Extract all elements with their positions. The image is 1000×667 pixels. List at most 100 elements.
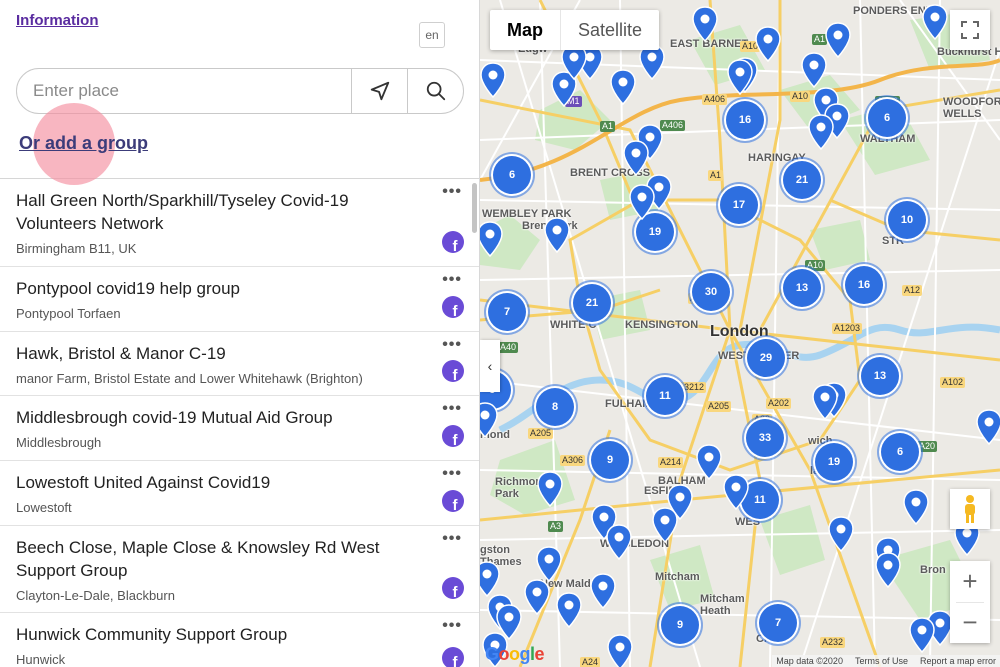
map-type-satellite[interactable]: Satellite (561, 10, 659, 50)
marker-cluster[interactable]: 6 (881, 433, 919, 471)
group-title[interactable]: Hall Green North/Sparkhill/Tyseley Covid… (16, 189, 420, 235)
zoom-in-button[interactable]: + (950, 561, 990, 602)
add-group-link[interactable]: Or add a group (19, 133, 148, 154)
facebook-icon[interactable]: f (442, 647, 464, 667)
terms-link[interactable]: Terms of Use (855, 655, 908, 667)
group-list-item[interactable]: Hawk, Bristol & Manor C-19 manor Farm, Br… (0, 332, 479, 396)
group-map-pin[interactable] (480, 62, 506, 99)
facebook-letter: f (452, 367, 458, 382)
group-map-pin[interactable] (524, 579, 550, 616)
marker-cluster[interactable]: 8 (536, 388, 574, 426)
group-map-pin[interactable] (480, 402, 498, 439)
group-list-item[interactable]: Beech Close, Maple Close & Knowsley Rd W… (0, 526, 479, 613)
report-error-link[interactable]: Report a map error (920, 655, 996, 667)
marker-cluster[interactable]: 6 (493, 156, 531, 194)
street-view-pegman[interactable] (950, 489, 990, 529)
marker-cluster[interactable]: 30 (692, 273, 730, 311)
group-title[interactable]: Hunwick Community Support Group (16, 623, 420, 646)
more-options-icon[interactable]: ••• (442, 465, 462, 483)
marker-cluster[interactable]: 21 (573, 284, 611, 322)
group-map-pin[interactable] (537, 471, 563, 508)
marker-cluster[interactable]: 9 (661, 606, 699, 644)
marker-cluster[interactable]: 16 (845, 266, 883, 304)
zoom-control: + − (950, 561, 990, 643)
marker-cluster[interactable]: 11 (646, 377, 684, 415)
marker-cluster[interactable]: 19 (815, 443, 853, 481)
group-map-pin[interactable] (808, 114, 834, 151)
marker-cluster[interactable]: 13 (783, 269, 821, 307)
group-map-pin[interactable] (692, 6, 718, 43)
group-map-pin[interactable] (801, 52, 827, 89)
more-options-icon[interactable]: ••• (442, 400, 462, 418)
group-map-pin[interactable] (607, 634, 633, 667)
more-options-icon[interactable]: ••• (442, 183, 462, 201)
group-title[interactable]: Lowestoft United Against Covid19 (16, 471, 420, 494)
marker-cluster[interactable]: 21 (783, 161, 821, 199)
facebook-icon[interactable]: f (442, 490, 464, 512)
group-map-pin[interactable] (480, 561, 500, 598)
group-map-pin[interactable] (590, 573, 616, 610)
collapse-panel-button[interactable]: ‹ (480, 340, 500, 392)
facebook-icon[interactable]: f (442, 577, 464, 599)
group-map-pin[interactable] (755, 26, 781, 63)
facebook-icon[interactable]: f (442, 360, 464, 382)
more-options-icon[interactable]: ••• (442, 617, 462, 635)
group-title[interactable]: Beech Close, Maple Close & Knowsley Rd W… (16, 536, 420, 582)
group-map-pin[interactable] (606, 524, 632, 561)
more-options-icon[interactable]: ••• (442, 271, 462, 289)
group-map-pin[interactable] (903, 489, 929, 526)
marker-cluster[interactable]: 10 (888, 201, 926, 239)
map[interactable]: LondonEAST BARNETPONDERS ENDEdgwBucknurs… (480, 0, 1000, 667)
group-title[interactable]: Middlesbrough covid-19 Mutual Aid Group (16, 406, 420, 429)
group-map-pin[interactable] (629, 184, 655, 221)
facebook-icon[interactable]: f (442, 425, 464, 447)
marker-cluster[interactable]: 7 (759, 604, 797, 642)
map-type-map[interactable]: Map (490, 10, 561, 50)
group-map-pin[interactable] (652, 507, 678, 544)
group-list-item[interactable]: Hall Green North/Sparkhill/Tyseley Covid… (0, 179, 479, 267)
group-title[interactable]: Hawk, Bristol & Manor C-19 (16, 342, 420, 365)
marker-cluster[interactable]: 33 (746, 419, 784, 457)
facebook-icon[interactable]: f (442, 296, 464, 318)
road-shield: A40 (498, 342, 519, 353)
group-map-pin[interactable] (875, 552, 901, 589)
more-options-icon[interactable]: ••• (442, 530, 462, 548)
group-map-pin[interactable] (610, 69, 636, 106)
fullscreen-button[interactable] (950, 10, 990, 50)
group-map-pin[interactable] (976, 409, 1000, 446)
group-map-pin[interactable] (556, 592, 582, 629)
marker-cluster[interactable]: 16 (726, 101, 764, 139)
group-map-pin[interactable] (812, 384, 838, 421)
zoom-out-button[interactable]: − (950, 602, 990, 643)
group-map-pin[interactable] (828, 516, 854, 553)
group-map-pin[interactable] (909, 617, 935, 654)
group-map-pin[interactable] (536, 546, 562, 583)
group-list-item[interactable]: Lowestoft United Against Covid19 Lowestof… (0, 461, 479, 526)
search-button[interactable] (407, 69, 463, 113)
marker-cluster[interactable]: 9 (591, 441, 629, 479)
more-options-icon[interactable]: ••• (442, 336, 462, 354)
group-map-pin[interactable] (922, 4, 948, 41)
group-map-pin[interactable] (544, 217, 570, 254)
group-map-pin[interactable] (696, 444, 722, 481)
group-map-pin[interactable] (480, 221, 503, 258)
group-list-item[interactable]: Pontypool covid19 help group Pontypool To… (0, 267, 479, 332)
group-map-pin[interactable] (825, 22, 851, 59)
marker-cluster[interactable]: 17 (720, 186, 758, 224)
group-map-pin[interactable] (623, 140, 649, 177)
marker-cluster[interactable]: 13 (861, 357, 899, 395)
information-link[interactable]: Information (16, 12, 99, 29)
group-list-item[interactable]: Middlesbrough covid-19 Mutual Aid Group M… (0, 396, 479, 461)
group-title[interactable]: Pontypool covid19 help group (16, 277, 420, 300)
marker-cluster[interactable]: 6 (868, 99, 906, 137)
locate-me-button[interactable] (351, 69, 407, 113)
marker-cluster[interactable]: 29 (747, 339, 785, 377)
marker-cluster[interactable]: 7 (488, 293, 526, 331)
facebook-icon[interactable]: f (442, 231, 464, 253)
list-scrollbar[interactable] (472, 183, 477, 233)
group-map-pin[interactable] (727, 59, 753, 96)
group-list-item[interactable]: Hunwick Community Support Group Hunwick ••… (0, 613, 479, 667)
map-pin-icon (727, 59, 753, 96)
language-selector[interactable]: en (419, 22, 445, 48)
group-map-pin[interactable] (723, 474, 749, 511)
